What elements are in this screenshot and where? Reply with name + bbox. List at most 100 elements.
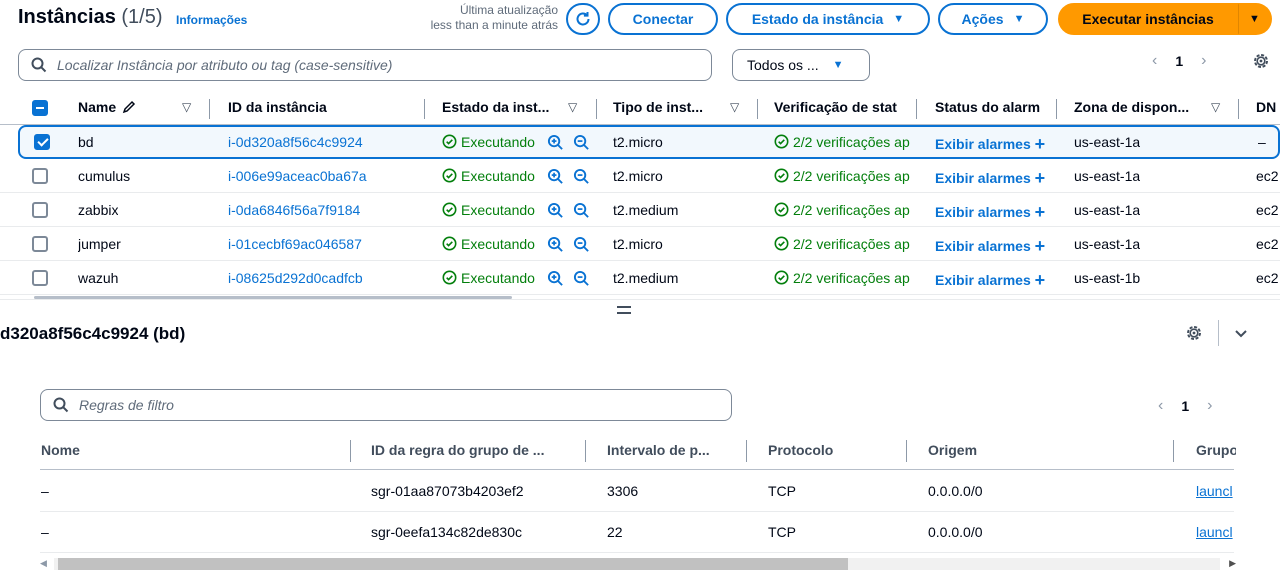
instance-id-link[interactable]: i-0d320a8f56c4c9924 [228, 134, 363, 150]
column-divider[interactable] [424, 99, 425, 119]
refresh-button[interactable] [566, 3, 600, 35]
table-row[interactable]: wazuh i-08625d292d0cadfcb Executando t2.… [0, 261, 1280, 295]
col-header-state[interactable]: Estado da inst... [442, 99, 560, 115]
col-header-dns[interactable]: DN [1256, 99, 1280, 115]
last-update-label: Última atualização [459, 3, 558, 17]
zoom-out-icon[interactable] [573, 168, 590, 185]
launch-instances-button[interactable]: Executar instâncias [1058, 3, 1238, 35]
resize-handle-icon[interactable] [617, 306, 631, 314]
rules-filter-input[interactable]: Regras de filtro [40, 389, 732, 421]
view-alarms-label: Exibir alarmes [935, 238, 1031, 254]
search-icon [53, 397, 69, 413]
current-page[interactable]: 1 [1181, 398, 1189, 414]
view-alarms-link[interactable]: Exibir alarmes + [935, 202, 1045, 223]
column-divider[interactable] [1238, 99, 1239, 119]
settings-gear-icon[interactable] [1252, 52, 1270, 70]
view-alarms-link[interactable]: Exibir alarmes + [935, 134, 1045, 155]
row-checkbox[interactable] [34, 134, 50, 150]
column-divider[interactable] [906, 440, 907, 462]
actions-button[interactable]: Ações ▼ [938, 3, 1048, 35]
col-header-rule-id[interactable]: ID da regra do grupo de ... [371, 442, 571, 458]
instance-id-link[interactable]: i-006e99aceac0ba67a [228, 168, 367, 184]
zoom-out-icon[interactable] [573, 134, 590, 151]
group-link[interactable]: launcl [1196, 483, 1234, 499]
zoom-in-icon[interactable] [547, 270, 564, 287]
page-title: Instâncias (1/5) [18, 6, 163, 29]
table-row[interactable]: jumper i-01cecbf69ac046587 Executando t2… [0, 227, 1280, 261]
chevron-down-icon[interactable] [1232, 324, 1250, 342]
table-row[interactable]: zabbix i-0da6846f56a7f9184 Executando t2… [0, 193, 1280, 227]
row-checkbox[interactable] [32, 168, 48, 184]
scrollbar-thumb[interactable] [58, 558, 848, 570]
last-update-value: less than a minute atrás [430, 18, 558, 32]
zoom-out-icon[interactable] [573, 202, 590, 219]
table-row[interactable]: bd i-0d320a8f56c4c9924 Executando t2.mic… [18, 125, 1280, 159]
zoom-out-icon[interactable] [573, 270, 590, 287]
next-page-icon[interactable]: › [1207, 397, 1212, 415]
select-all-checkbox[interactable] [32, 100, 48, 116]
prev-page-icon[interactable]: ‹ [1158, 397, 1163, 415]
col-header-protocol[interactable]: Protocolo [768, 442, 833, 458]
column-divider[interactable] [916, 99, 917, 119]
view-alarms-link[interactable]: Exibir alarmes + [935, 270, 1045, 291]
next-page-icon[interactable]: › [1201, 52, 1206, 70]
col-header-alarm-status[interactable]: Status do alarm [935, 99, 1041, 115]
view-alarms-link[interactable]: Exibir alarmes + [935, 168, 1045, 189]
info-link[interactable]: Informações [176, 13, 247, 27]
instance-id-link[interactable]: i-0da6846f56a7f9184 [228, 202, 360, 218]
sort-icon[interactable]: ▽ [568, 100, 577, 114]
col-header-port-range[interactable]: Intervalo de p... [607, 442, 731, 458]
instance-search-input[interactable]: Localizar Instância por atributo ou tag … [18, 49, 712, 81]
instance-state-button[interactable]: Estado da instância ▼ [726, 3, 930, 35]
zoom-in-icon[interactable] [547, 168, 564, 185]
view-alarms-link[interactable]: Exibir alarmes + [935, 236, 1045, 257]
column-divider[interactable] [746, 440, 747, 462]
col-header-group[interactable]: Grupo [1196, 442, 1236, 458]
rule-name: – [41, 483, 49, 499]
row-checkbox[interactable] [32, 202, 48, 218]
current-page[interactable]: 1 [1175, 53, 1183, 69]
table-row[interactable]: cumulus i-006e99aceac0ba67a Executando t… [0, 159, 1280, 193]
column-divider[interactable] [757, 99, 758, 119]
sort-icon[interactable]: ▽ [182, 100, 191, 114]
column-divider[interactable] [596, 99, 597, 119]
state-filter-select[interactable]: Todos os ... ▼ [732, 49, 870, 81]
zoom-in-icon[interactable] [547, 202, 564, 219]
zoom-in-icon[interactable] [547, 134, 564, 151]
sort-icon[interactable]: ▽ [1211, 100, 1220, 114]
plus-icon: + [1034, 270, 1046, 290]
instance-id-link[interactable]: i-08625d292d0cadfcb [228, 270, 363, 286]
launch-dropdown-button[interactable]: ▼ [1238, 3, 1272, 35]
column-divider[interactable] [1056, 99, 1057, 119]
connect-button[interactable]: Conectar [608, 3, 718, 35]
column-divider[interactable] [350, 440, 351, 462]
instance-type: t2.medium [613, 202, 679, 218]
column-divider[interactable] [585, 440, 586, 462]
caret-down-icon: ▼ [893, 13, 905, 25]
prev-page-icon[interactable]: ‹ [1152, 52, 1157, 70]
row-checkbox[interactable] [32, 236, 48, 252]
column-divider[interactable] [209, 99, 210, 119]
row-checkbox[interactable] [32, 270, 48, 286]
instance-state-text: Executando [461, 270, 535, 286]
scroll-right-icon[interactable]: ▶ [1229, 558, 1236, 569]
col-header-name[interactable]: Name [78, 99, 136, 115]
col-header-status-check[interactable]: Verificação de stat [774, 99, 902, 115]
col-header-type[interactable]: Tipo de inst... [613, 99, 721, 115]
group-link[interactable]: launcl [1196, 524, 1234, 540]
settings-gear-icon[interactable] [1185, 324, 1203, 342]
column-divider[interactable] [1173, 440, 1174, 462]
panel-divider [0, 299, 1280, 300]
col-header-rule-name[interactable]: Nome [41, 442, 80, 458]
zoom-in-icon[interactable] [547, 236, 564, 253]
sort-icon[interactable]: ▽ [730, 100, 739, 114]
col-header-source[interactable]: Origem [928, 442, 977, 458]
status-check: 2/2 verificações ap [774, 134, 918, 150]
instance-state-text: Executando [461, 202, 535, 218]
rules-horizontal-scrollbar[interactable]: ◀ ▶ [40, 556, 1236, 572]
instance-id-link[interactable]: i-01cecbf69ac046587 [228, 236, 362, 252]
scroll-left-icon[interactable]: ◀ [40, 558, 47, 569]
col-header-instance-id[interactable]: ID da instância [228, 99, 408, 115]
zoom-out-icon[interactable] [573, 236, 590, 253]
col-header-availability-zone[interactable]: Zona de dispon... [1074, 99, 1198, 115]
